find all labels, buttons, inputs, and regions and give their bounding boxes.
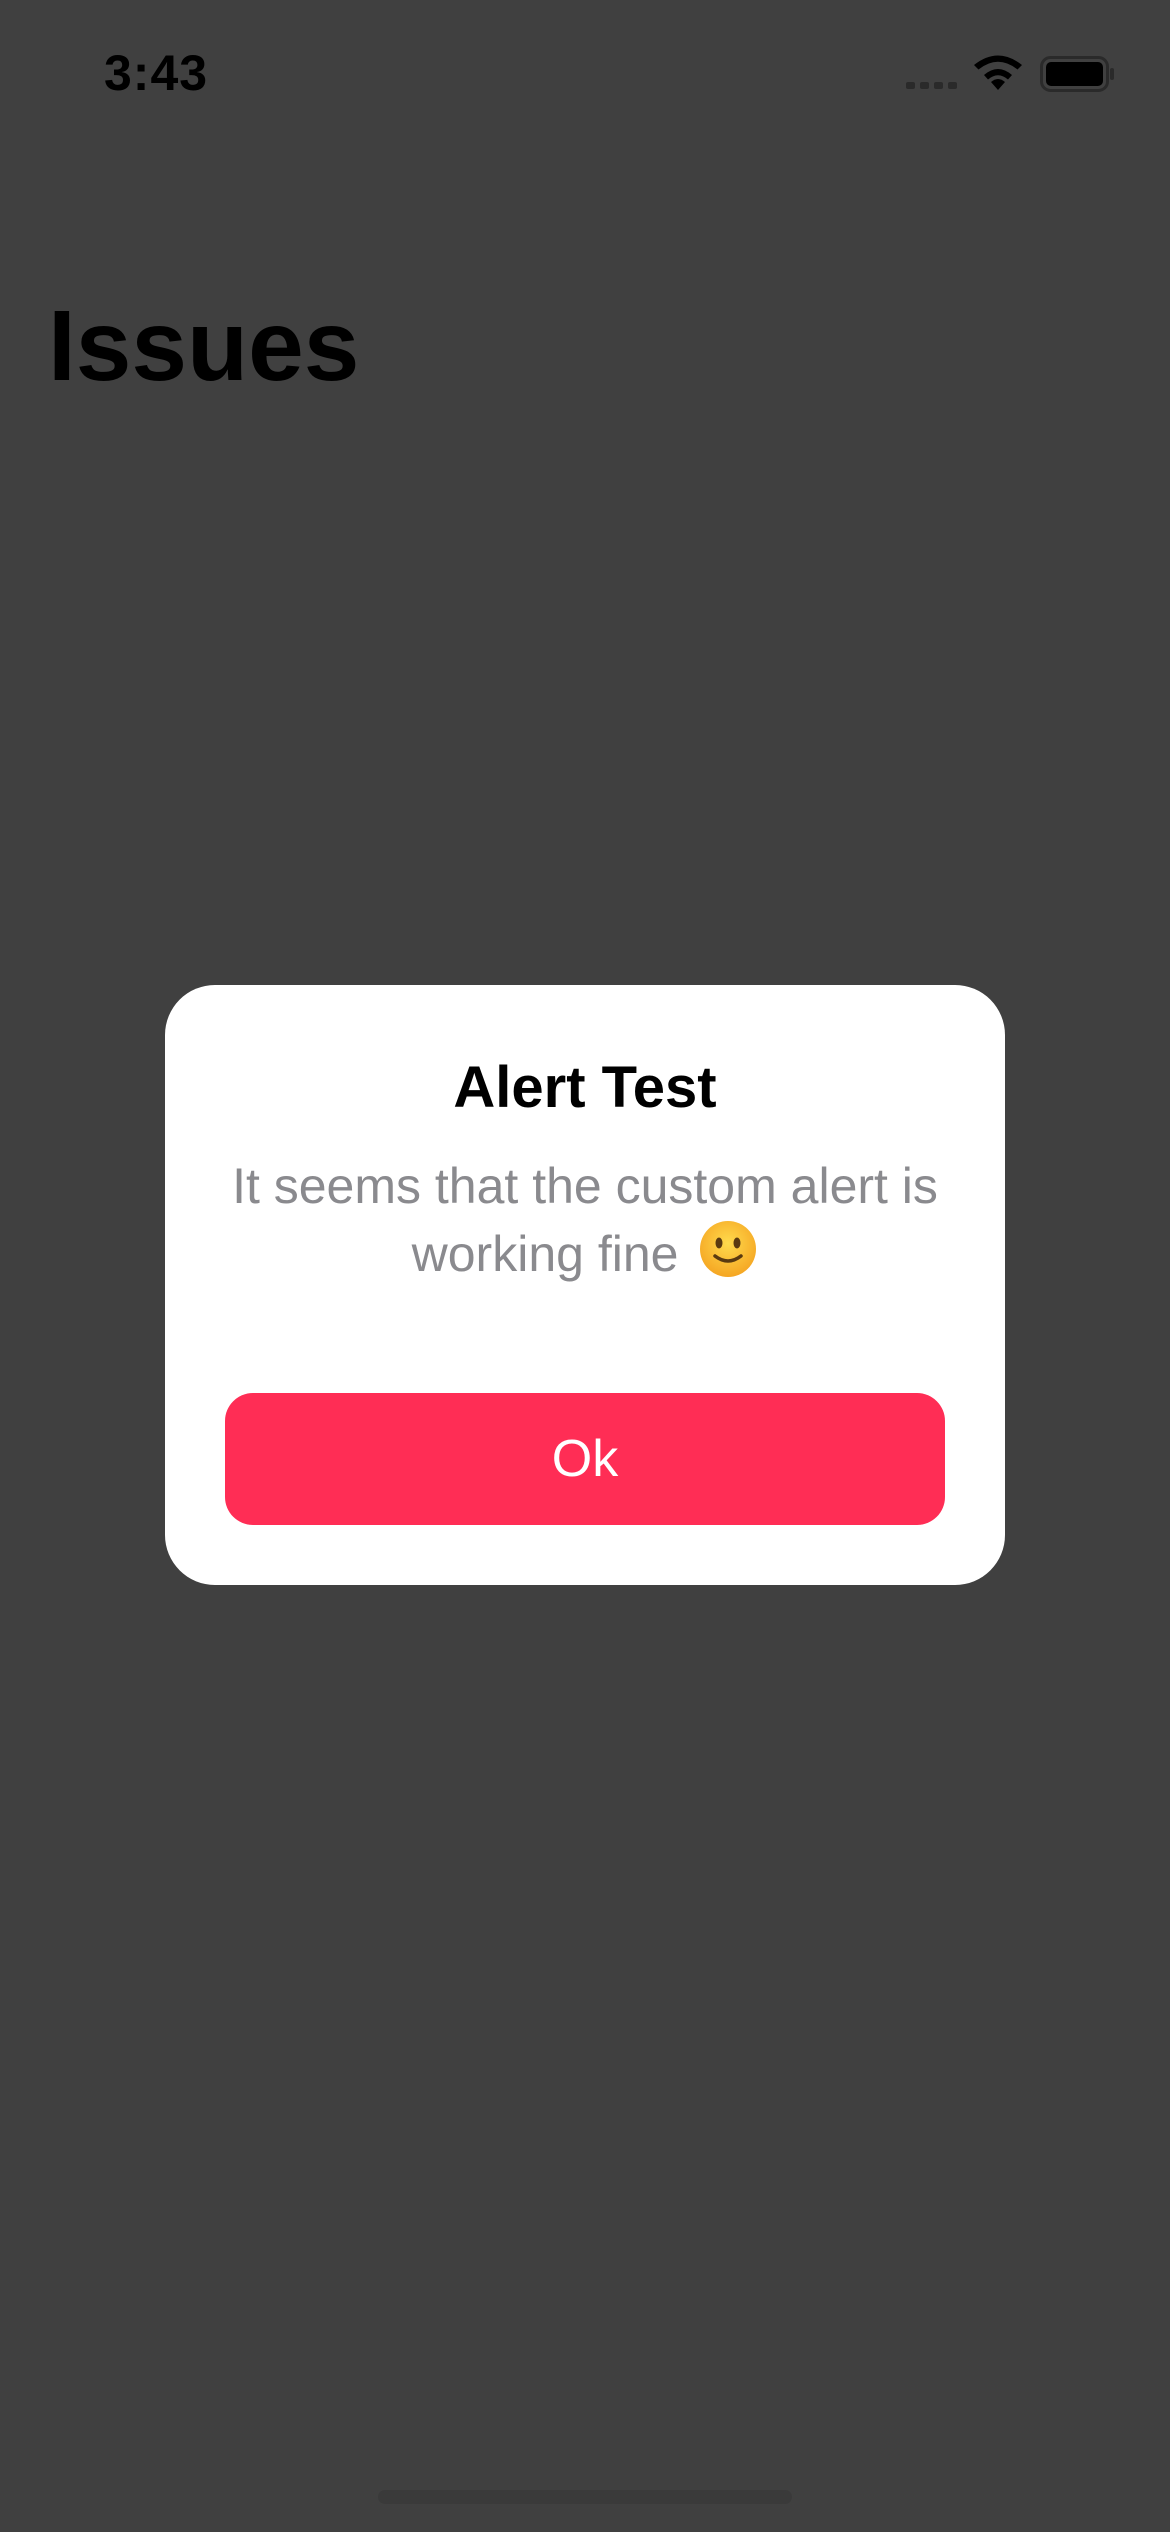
- home-indicator: [378, 2490, 792, 2504]
- ok-button[interactable]: Ok: [225, 1393, 945, 1525]
- status-time: 3:43: [104, 45, 209, 101]
- slightly-smiling-face-icon: [700, 1221, 757, 1277]
- wifi-icon: [974, 55, 1022, 90]
- status-bar: 3:43: [0, 0, 1170, 140]
- signal-icon: [906, 82, 957, 89]
- alert-message-text: It seems that the custom alert is workin…: [232, 1158, 938, 1282]
- battery-icon: [1040, 56, 1114, 92]
- page-title: Issues: [48, 290, 360, 402]
- alert-message: It seems that the custom alert is workin…: [225, 1153, 945, 1287]
- alert-dialog: Alert Test It seems that the custom aler…: [165, 985, 1005, 1585]
- alert-title: Alert Test: [453, 1055, 717, 1120]
